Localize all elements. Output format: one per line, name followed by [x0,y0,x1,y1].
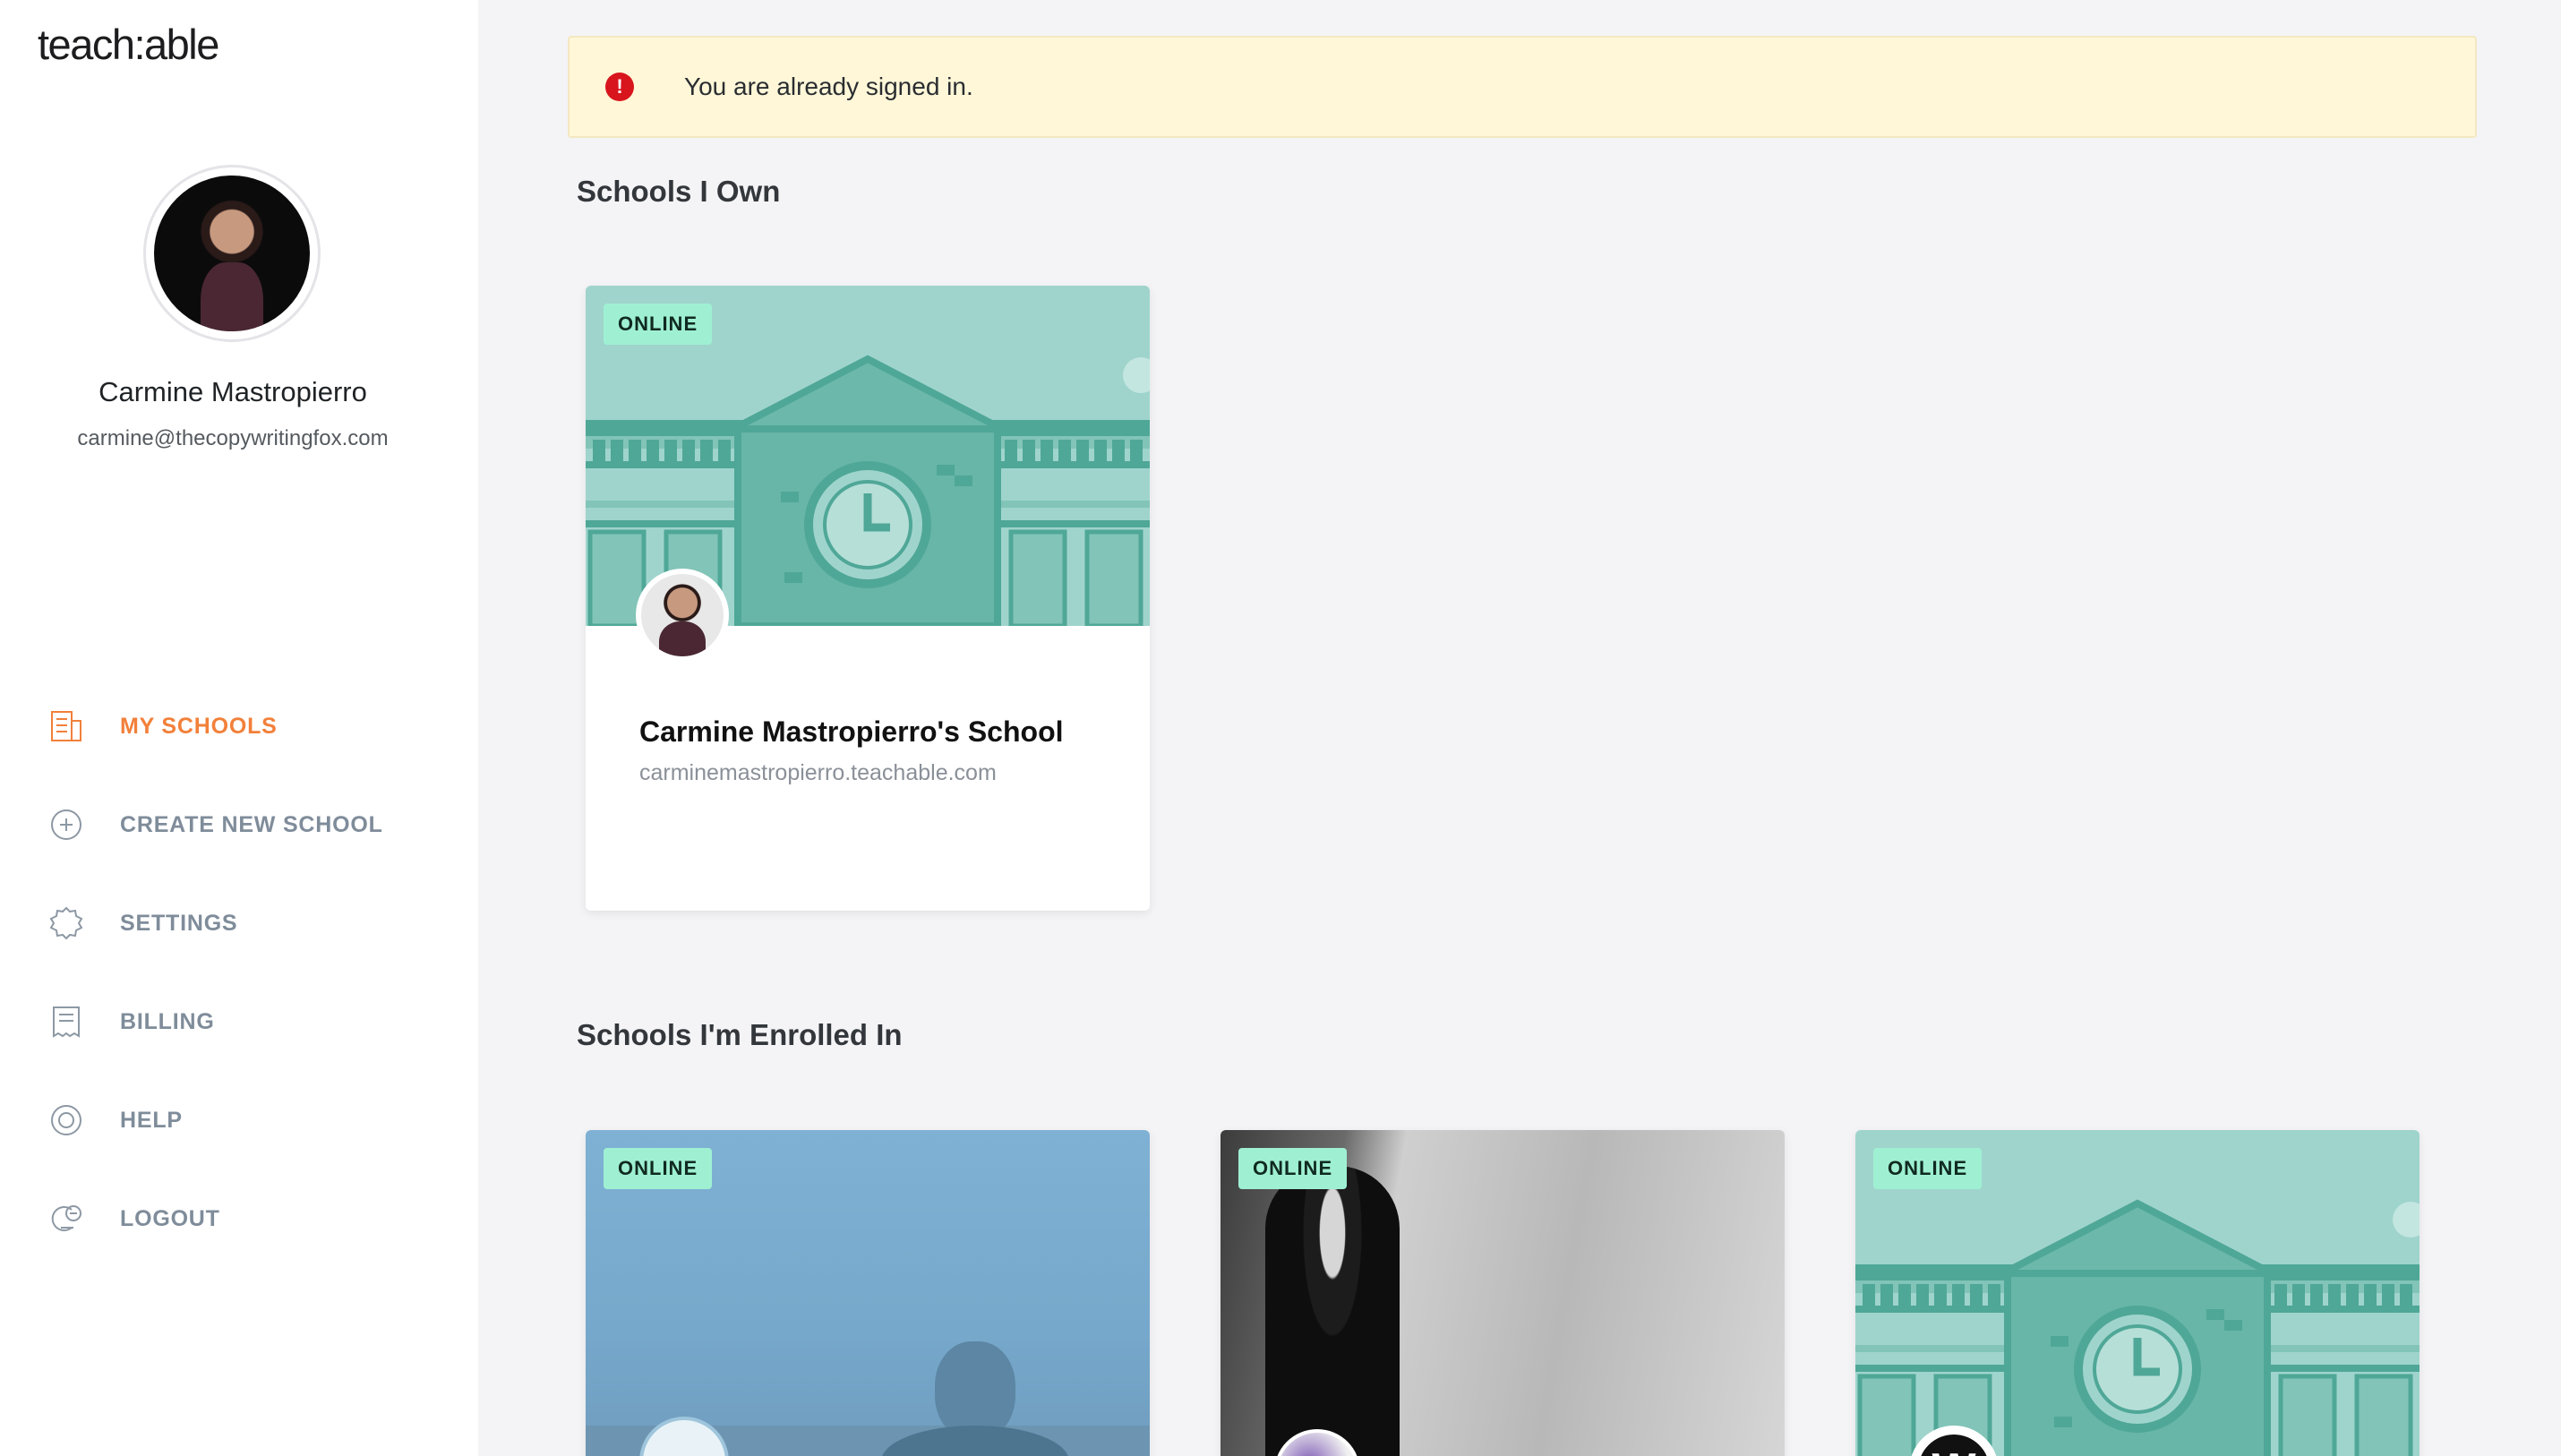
receipt-icon [47,1002,86,1041]
status-badge: ONLINE [1238,1148,1348,1189]
enrolled-school-card[interactable]: ONLINE [1221,1130,1785,1456]
owned-schools-heading: Schools I Own [577,175,781,208]
school-card[interactable]: ONLINE Carmine Mastropierro's School car… [586,286,1150,911]
status-badge: ONLINE [604,1148,713,1189]
plus-circle-icon [47,805,86,844]
school-owner-avatar [636,569,729,662]
nav-my-schools[interactable]: MY SCHOOLS [47,677,458,775]
nav-label: BILLING [120,1008,215,1034]
status-badge: ONLINE [604,304,713,345]
nav-create-new-school[interactable]: CREATE NEW SCHOOL [47,775,458,874]
enrolled-school-card[interactable]: ONLINE W [1855,1130,2420,1456]
nav-billing[interactable]: BILLING [47,972,458,1071]
school-logo-icon: W [1918,1435,1990,1456]
nav-label: CREATE NEW SCHOOL [120,811,383,837]
profile-email: carmine@thecopywritingfox.com [77,426,389,450]
status-badge: ONLINE [1873,1148,1983,1189]
nav-settings[interactable]: SETTINGS [47,874,458,972]
nav-label: MY SCHOOLS [120,713,278,739]
signed-in-alert: ! You are already signed in. [568,36,2477,138]
error-icon: ! [605,73,634,101]
sidebar-nav: MY SCHOOLS CREATE NEW SCHOOL SETTINGS BI… [47,677,458,1268]
nav-logout[interactable]: LOGOUT [47,1169,458,1268]
alert-text: You are already signed in. [684,73,973,100]
teachable-logo[interactable]: teach:able [38,20,219,69]
school-cover-image: ONLINE [586,1130,1150,1456]
lifebuoy-icon [47,1101,86,1140]
nav-label: SETTINGS [120,910,238,936]
school-cover-image: ONLINE [1221,1130,1785,1456]
profile-photo [154,176,310,331]
school-cover-image: ONLINE W [1855,1130,2420,1456]
profile-avatar[interactable] [143,165,321,342]
profile-name: Carmine Mastropierro [98,376,367,407]
school-url[interactable]: carminemastropierro.teachable.com [639,760,997,786]
nav-help[interactable]: HELP [47,1071,458,1169]
school-avatar [1274,1429,1360,1456]
logout-icon [47,1199,86,1238]
gear-icon [47,904,86,943]
school-avatar [639,1417,729,1456]
sidebar: teach:able Carmine Mastropierro carmine@… [0,0,478,1456]
school-name: Carmine Mastropierro's School [639,715,1064,748]
nav-label: HELP [120,1107,183,1133]
enrolled-schools-heading: Schools I'm Enrolled In [577,1018,903,1051]
school-building-icon [47,707,86,746]
nav-label: LOGOUT [120,1205,220,1231]
enrolled-school-card[interactable]: ONLINE [586,1130,1150,1456]
